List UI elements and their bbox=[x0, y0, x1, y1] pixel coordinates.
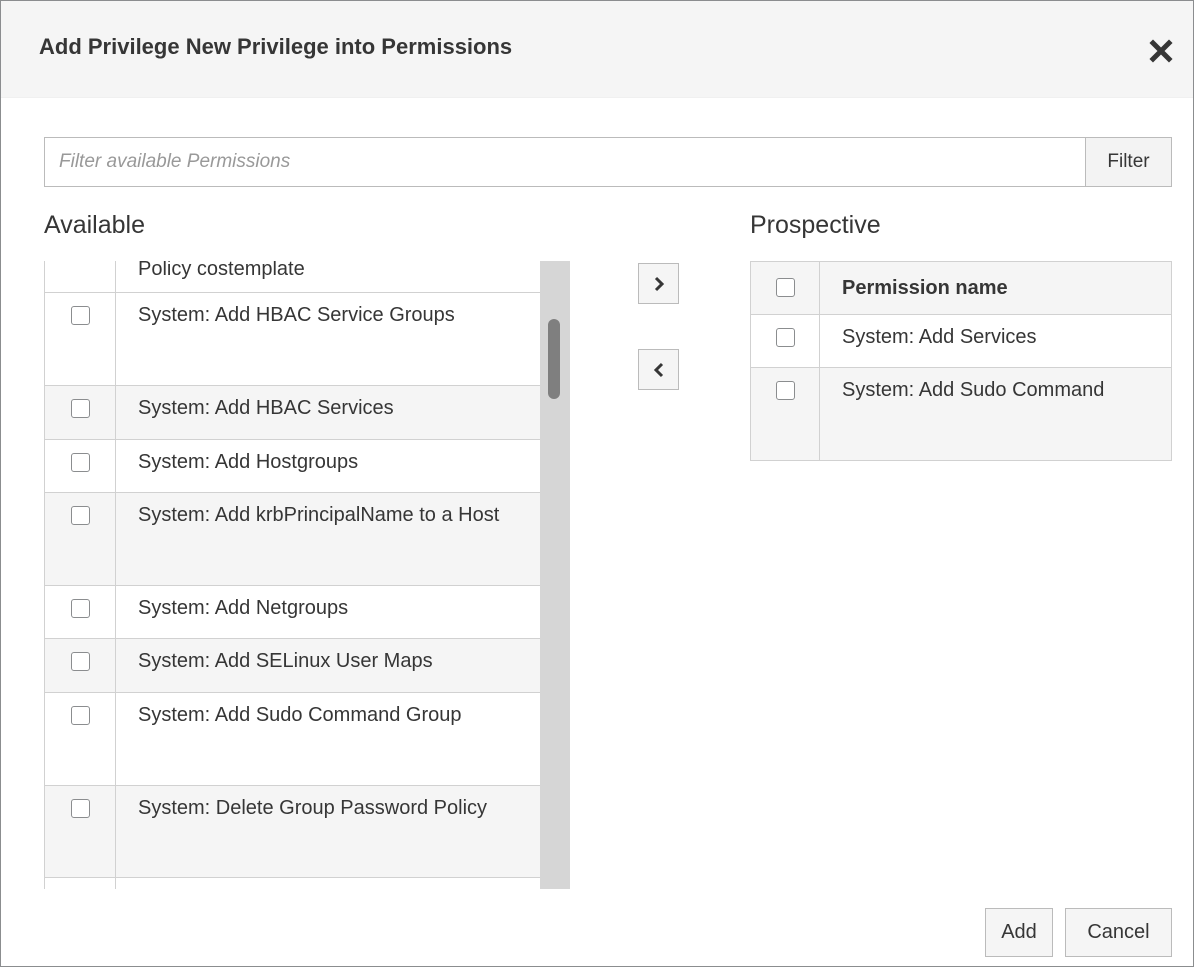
filter-bar: Filter bbox=[44, 137, 1172, 187]
add-privilege-dialog: Add Privilege New Privilege into Permiss… bbox=[0, 0, 1194, 967]
column-header-permission-name: Permission name bbox=[842, 277, 1008, 299]
table-header: Permission name bbox=[751, 262, 1171, 315]
chevron-right-icon bbox=[654, 276, 664, 291]
list-item[interactable]: System: Add HBAC Service Groups bbox=[45, 293, 540, 386]
prospective-table: Permission name System: Add Services Sys… bbox=[750, 261, 1172, 461]
cancel-button[interactable]: Cancel bbox=[1065, 908, 1172, 957]
checkbox[interactable] bbox=[70, 652, 90, 671]
move-right-button[interactable] bbox=[638, 263, 679, 304]
close-button[interactable] bbox=[1143, 33, 1179, 69]
list-item-label: System: Delete Group Password Policy bbox=[138, 797, 488, 819]
checkbox[interactable] bbox=[70, 399, 90, 418]
table-row[interactable]: System: Add Services bbox=[751, 315, 1171, 368]
list-item[interactable]: System: Add HBAC Services bbox=[45, 386, 540, 440]
list-item-label: System: Add HBAC Service Groups bbox=[138, 304, 455, 326]
list-item-label: System: Add SELinux User Maps bbox=[138, 650, 433, 672]
list-item[interactable]: System: Add Hostgroups bbox=[45, 440, 540, 493]
list-item-label: System: Add krbPrincipalName to a Host bbox=[138, 504, 500, 526]
dialog-title: Add Privilege New Privilege into Permiss… bbox=[39, 34, 513, 59]
list-item[interactable] bbox=[45, 878, 540, 889]
list-item-label: System: Add HBAC Services bbox=[138, 397, 394, 419]
list-item[interactable]: System: Add SELinux User Maps bbox=[45, 639, 540, 693]
list-item[interactable]: System: Add Netgroups bbox=[45, 586, 540, 639]
checkbox[interactable] bbox=[775, 328, 795, 347]
checkbox[interactable] bbox=[70, 799, 90, 818]
table-cell-permission: System: Add Sudo Command bbox=[842, 379, 1105, 401]
prospective-label: Prospective bbox=[750, 211, 881, 239]
list-item-label: System: Add Hostgroups bbox=[138, 451, 359, 473]
list-item-label bbox=[116, 878, 540, 889]
filter-input[interactable] bbox=[45, 138, 1085, 186]
checkbox[interactable] bbox=[70, 453, 90, 472]
list-item[interactable]: Policy costemplate bbox=[45, 261, 540, 293]
table-row[interactable]: System: Add Sudo Command bbox=[751, 368, 1171, 461]
table-cell-permission: System: Add Services bbox=[842, 326, 1037, 348]
list-item-label: System: Add Sudo Command Group bbox=[138, 704, 462, 726]
available-list: Policy costemplate System: Add HBAC Serv… bbox=[44, 261, 570, 889]
checkbox[interactable] bbox=[70, 599, 90, 618]
scrollbar[interactable] bbox=[540, 261, 570, 889]
chevron-left-icon bbox=[653, 362, 663, 377]
available-label: Available bbox=[44, 211, 146, 239]
checkbox[interactable] bbox=[70, 506, 90, 525]
dialog-header: Add Privilege New Privilege into Permiss… bbox=[1, 1, 1193, 98]
list-item-label: System: Add Netgroups bbox=[138, 597, 349, 619]
close-icon bbox=[1149, 39, 1173, 63]
add-button[interactable]: Add bbox=[985, 908, 1053, 957]
filter-button[interactable]: Filter bbox=[1085, 138, 1171, 186]
checkbox[interactable] bbox=[70, 706, 90, 725]
select-all-checkbox[interactable] bbox=[775, 278, 795, 297]
list-item[interactable]: System: Delete Group Password Policy bbox=[45, 786, 540, 878]
list-item[interactable]: System: Add krbPrincipalName to a Host bbox=[45, 493, 540, 586]
move-left-button[interactable] bbox=[638, 349, 679, 390]
list-item[interactable]: System: Add Sudo Command Group bbox=[45, 693, 540, 786]
checkbox[interactable] bbox=[775, 381, 795, 400]
scrollbar-thumb[interactable] bbox=[548, 319, 560, 399]
checkbox[interactable] bbox=[70, 306, 90, 325]
list-item-label: Policy costemplate bbox=[138, 261, 305, 280]
